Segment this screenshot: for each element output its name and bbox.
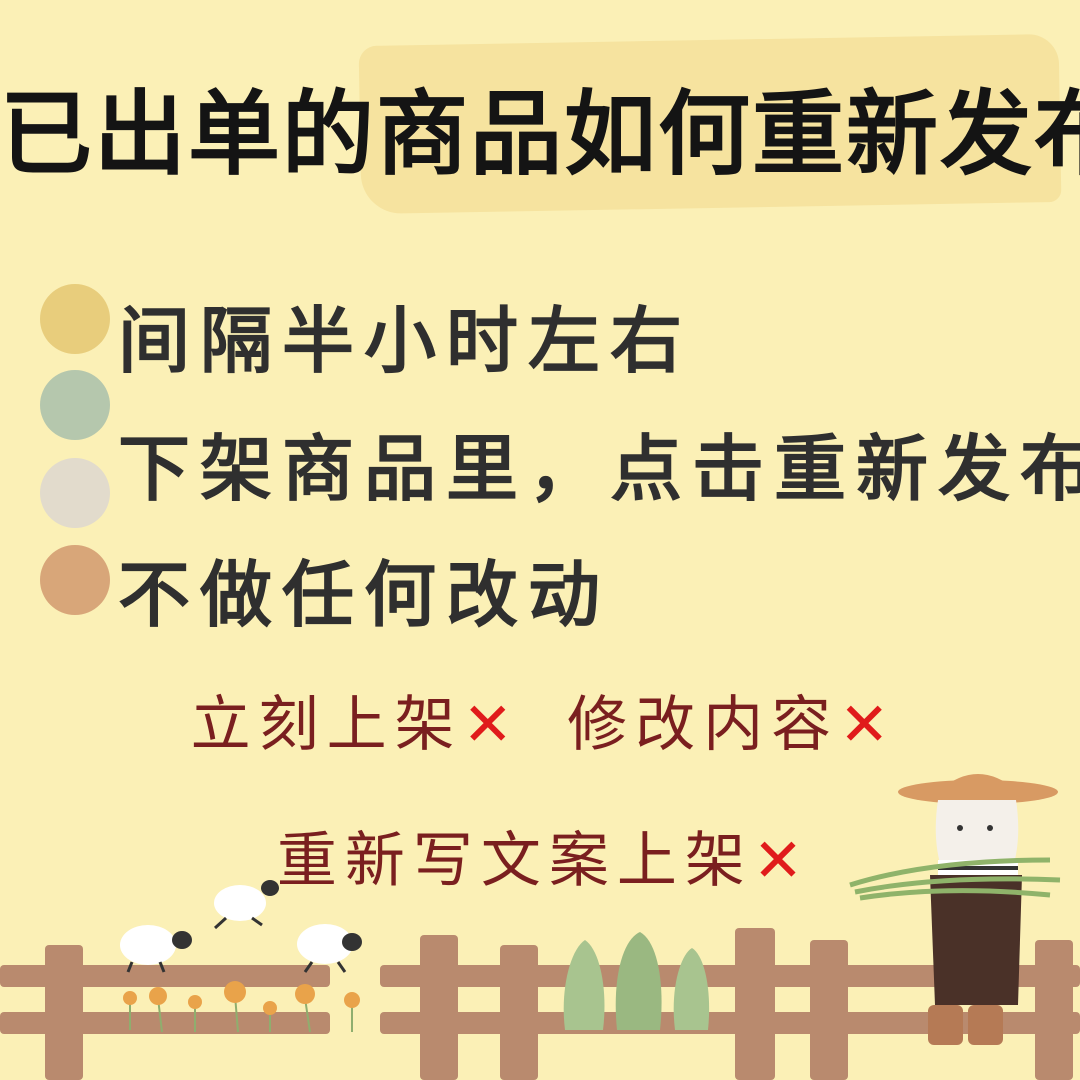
tree-icon (563, 932, 710, 1030)
farmer-illustration (849, 774, 1061, 1045)
sheep-icon (120, 925, 192, 973)
sheep-icon (297, 924, 362, 973)
sheep-icon (213, 880, 279, 930)
farm-illustration (0, 774, 1080, 1080)
